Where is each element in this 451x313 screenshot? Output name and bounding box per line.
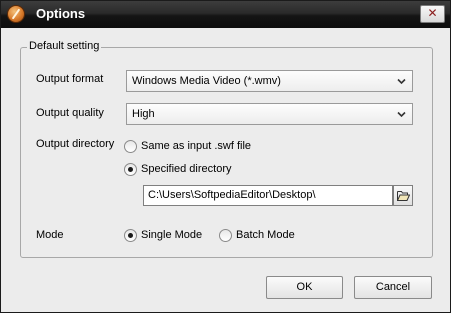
window-title: Options	[36, 6, 86, 21]
single-mode-label[interactable]: Single Mode	[141, 229, 202, 241]
output-quality-value: High	[132, 108, 155, 120]
output-format-label: Output format	[36, 73, 104, 85]
same-as-input-radio[interactable]	[124, 140, 137, 153]
ok-button[interactable]: OK	[266, 276, 343, 299]
title-bar[interactable]: Options ✕	[1, 1, 450, 28]
cancel-button[interactable]: Cancel	[354, 276, 432, 299]
chevron-down-icon	[397, 111, 406, 118]
output-directory-label: Output directory	[36, 138, 115, 150]
options-dialog: Options ✕ Default setting Output format …	[0, 0, 451, 313]
directory-path-value: C:\Users\SoftpediaEditor\Desktop\	[148, 189, 316, 201]
specified-directory-radio[interactable]	[124, 163, 137, 176]
specified-directory-label[interactable]: Specified directory	[141, 163, 232, 175]
browse-button[interactable]	[393, 185, 413, 206]
batch-mode-label[interactable]: Batch Mode	[236, 229, 295, 241]
chevron-down-icon	[397, 78, 406, 85]
close-button[interactable]: ✕	[420, 5, 445, 23]
group-legend: Default setting	[27, 40, 102, 52]
output-format-dropdown[interactable]: Windows Media Video (*.wmv)	[126, 70, 413, 92]
mode-label: Mode	[36, 229, 64, 241]
folder-open-icon	[397, 191, 410, 201]
output-quality-dropdown[interactable]: High	[126, 103, 413, 125]
app-logo-icon	[7, 5, 25, 23]
single-mode-radio[interactable]	[124, 229, 137, 242]
directory-path-field[interactable]: C:\Users\SoftpediaEditor\Desktop\	[143, 185, 393, 206]
same-as-input-label[interactable]: Same as input .swf file	[141, 140, 251, 152]
output-format-value: Windows Media Video (*.wmv)	[132, 75, 281, 87]
batch-mode-radio[interactable]	[219, 229, 232, 242]
output-quality-label: Output quality	[36, 107, 104, 119]
close-icon: ✕	[427, 6, 438, 20]
